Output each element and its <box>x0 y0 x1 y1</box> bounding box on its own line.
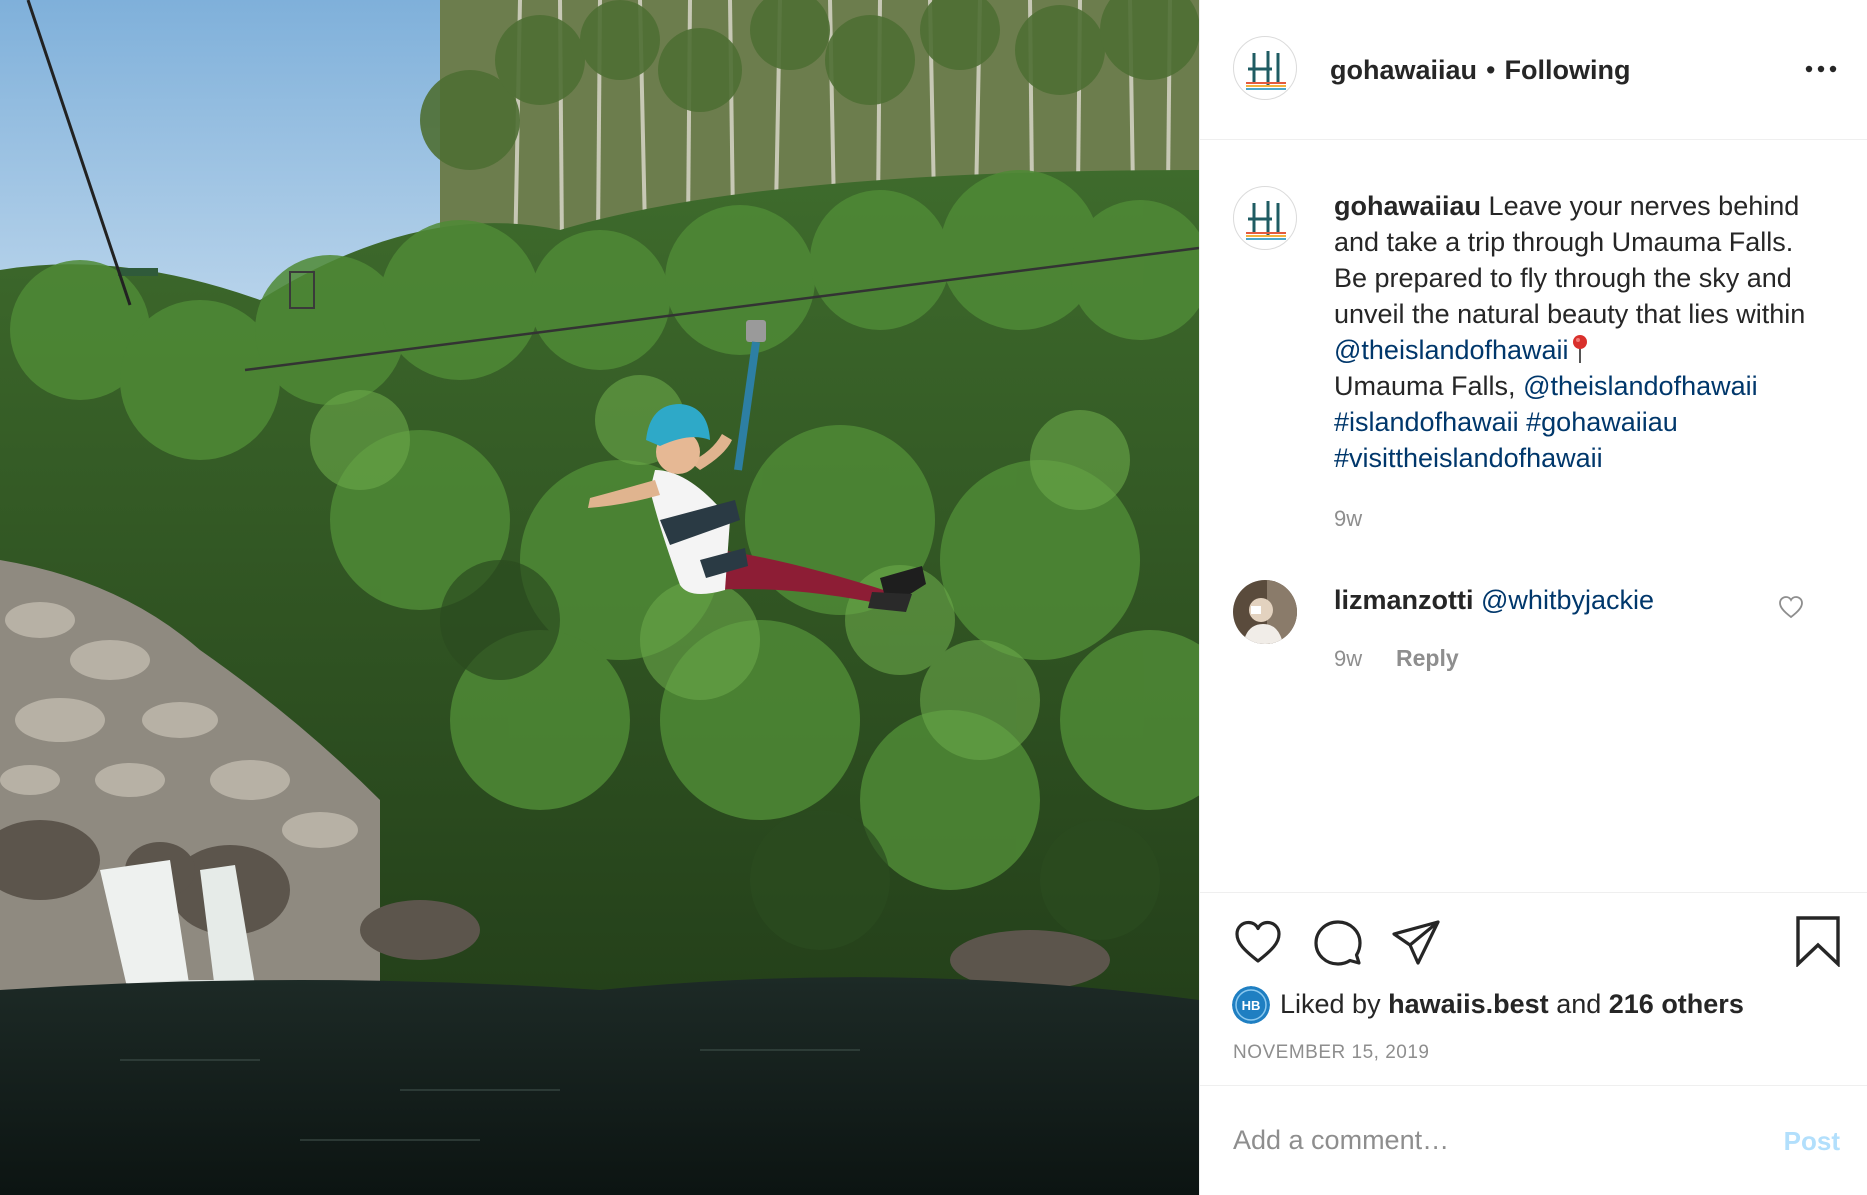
header-username[interactable]: gohawaiiau <box>1330 55 1477 85</box>
mention-link[interactable]: @theislandofhawaii <box>1523 371 1758 401</box>
bookmark-icon[interactable] <box>1792 915 1844 967</box>
hb-logo-text: HB <box>1242 998 1261 1013</box>
following-button[interactable]: Following <box>1504 55 1630 85</box>
post-header: gohawaiiau • Following <box>1200 0 1867 140</box>
mention-link[interactable]: @theislandofhawaii <box>1334 335 1569 365</box>
post-date[interactable]: NOVEMBER 15, 2019 <box>1233 1042 1429 1064</box>
heart-icon[interactable] <box>1232 917 1284 969</box>
comment-text: lizmanzotti @whitbyjackie <box>1334 582 1654 618</box>
avatar-photo <box>1233 580 1297 644</box>
post-details-panel: gohawaiiau • Following gohawaiiau Leave yo… <box>1199 0 1867 1195</box>
caption-username[interactable]: gohawaiiau <box>1334 191 1481 221</box>
likes-text: Liked by hawaiis.best and 216 others <box>1280 983 1744 1025</box>
hi-logo-icon <box>1246 51 1286 90</box>
commenter-avatar[interactable] <box>1233 580 1297 644</box>
caption-timestamp[interactable]: 9w <box>1334 506 1362 532</box>
likes-others-link[interactable]: 216 others <box>1609 989 1744 1019</box>
comment-timestamp[interactable]: 9w <box>1334 646 1362 672</box>
caption-text-2: Umauma Falls, <box>1334 371 1516 401</box>
paper-plane-icon[interactable] <box>1390 917 1442 969</box>
heart-outline-icon[interactable] <box>1778 595 1804 619</box>
caption-text: gohawaiiau Leave your nerves behind and … <box>1334 188 1814 476</box>
hashtag-link[interactable]: #visittheislandofhawaii <box>1334 443 1603 473</box>
header-title: gohawaiiau • Following <box>1330 53 1630 87</box>
more-horizontal-icon[interactable] <box>1804 52 1838 86</box>
post-actions: HB Liked by hawaiis.best and 216 others … <box>1200 892 1867 1085</box>
round-pushpin-icon <box>1572 335 1587 363</box>
hi-logo-icon <box>1246 201 1286 240</box>
mention-link[interactable]: @whitbyjackie <box>1481 585 1654 615</box>
comment-bubble-icon[interactable] <box>1312 917 1364 969</box>
post-photo[interactable] <box>0 0 1199 1195</box>
comment-username[interactable]: lizmanzotti <box>1334 585 1474 615</box>
reply-button[interactable]: Reply <box>1396 645 1459 672</box>
hashtag-link[interactable]: #islandofhawaii <box>1334 407 1519 437</box>
header-separator: • <box>1486 55 1496 85</box>
account-avatar[interactable] <box>1233 36 1297 100</box>
zipline-photo <box>0 0 1199 1195</box>
likes-prefix: Liked by <box>1280 989 1381 1019</box>
hb-logo-icon: HB <box>1232 986 1270 1024</box>
comment-input[interactable] <box>1233 1116 1733 1164</box>
likes-conjunction: and <box>1556 989 1602 1019</box>
post-button[interactable]: Post <box>1784 1126 1840 1157</box>
hashtag-link[interactable]: #gohawaiiau <box>1526 407 1678 437</box>
liker-username[interactable]: hawaiis.best <box>1388 989 1549 1019</box>
add-comment-bar: Post <box>1200 1085 1867 1195</box>
caption-avatar[interactable] <box>1233 186 1297 250</box>
liker-avatar[interactable]: HB <box>1232 986 1270 1024</box>
